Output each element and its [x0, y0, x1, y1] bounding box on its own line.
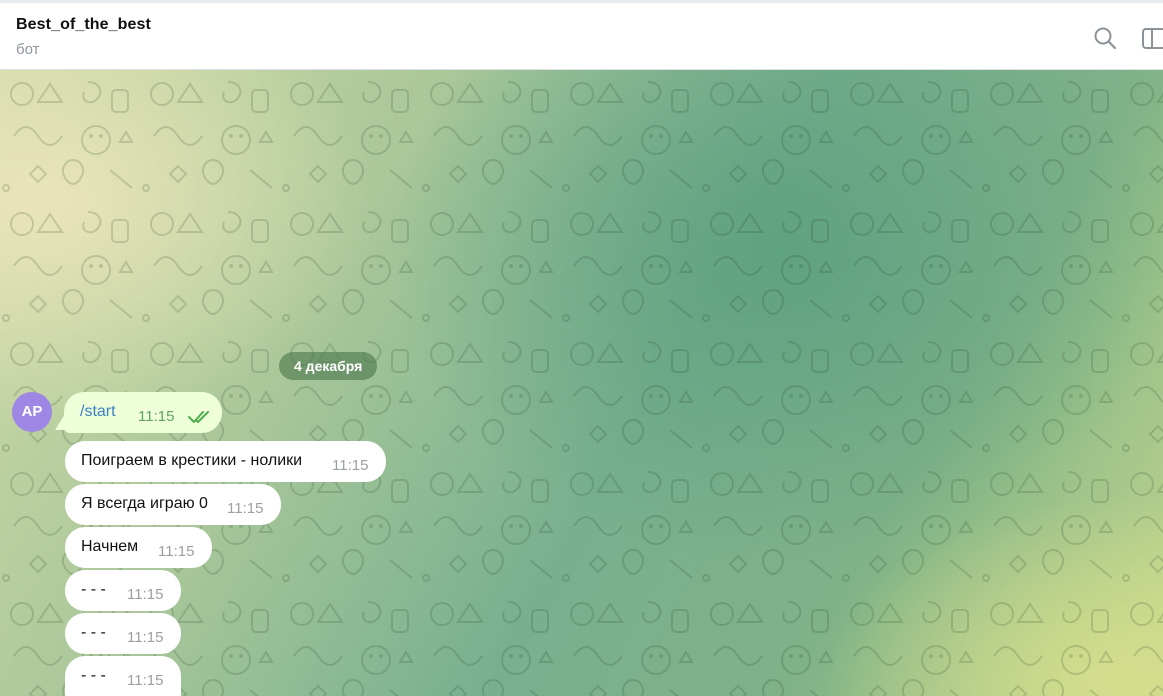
- message-incoming[interactable]: Начнем 11:15: [65, 527, 212, 568]
- message-incoming[interactable]: Я всегда играю 0 11:15: [65, 484, 281, 525]
- chat-status: бот: [16, 41, 40, 58]
- message-time: 11:15: [227, 500, 264, 517]
- message-time: 11:15: [127, 586, 164, 603]
- search-icon[interactable]: [1092, 25, 1118, 51]
- message-incoming[interactable]: - - - 11:15: [65, 656, 181, 696]
- message-time: 11:15: [127, 629, 164, 646]
- message-text: - - -: [81, 581, 106, 598]
- message-text: Я всегда играю 0: [81, 495, 208, 512]
- message-time: 11:15: [127, 672, 164, 689]
- bot-command-link[interactable]: /start: [80, 403, 116, 421]
- message-time: 11:15: [158, 543, 195, 560]
- date-separator: 4 декабря: [279, 352, 378, 380]
- message-incoming[interactable]: Поиграем в крестики - нолики 11:15: [65, 441, 386, 482]
- message-text: - - -: [81, 667, 106, 684]
- chat-header: Best_of_the_best бот: [0, 0, 1163, 70]
- message-time: 11:15: [138, 408, 175, 425]
- message-text: Начнем: [81, 538, 139, 555]
- chat-title[interactable]: Best_of_the_best: [16, 16, 151, 34]
- message-text: - - -: [81, 624, 106, 641]
- sidebar-panel-icon[interactable]: [1141, 25, 1163, 51]
- message-outgoing[interactable]: /start 11:15: [64, 392, 222, 433]
- read-check-icon: [188, 411, 209, 423]
- message-time: 11:15: [332, 457, 369, 474]
- message-text: Поиграем в крестики - нолики: [81, 452, 303, 469]
- message-incoming[interactable]: - - - 11:15: [65, 570, 181, 611]
- message-incoming[interactable]: - - - 11:15: [65, 613, 181, 654]
- avatar[interactable]: AP: [12, 392, 52, 432]
